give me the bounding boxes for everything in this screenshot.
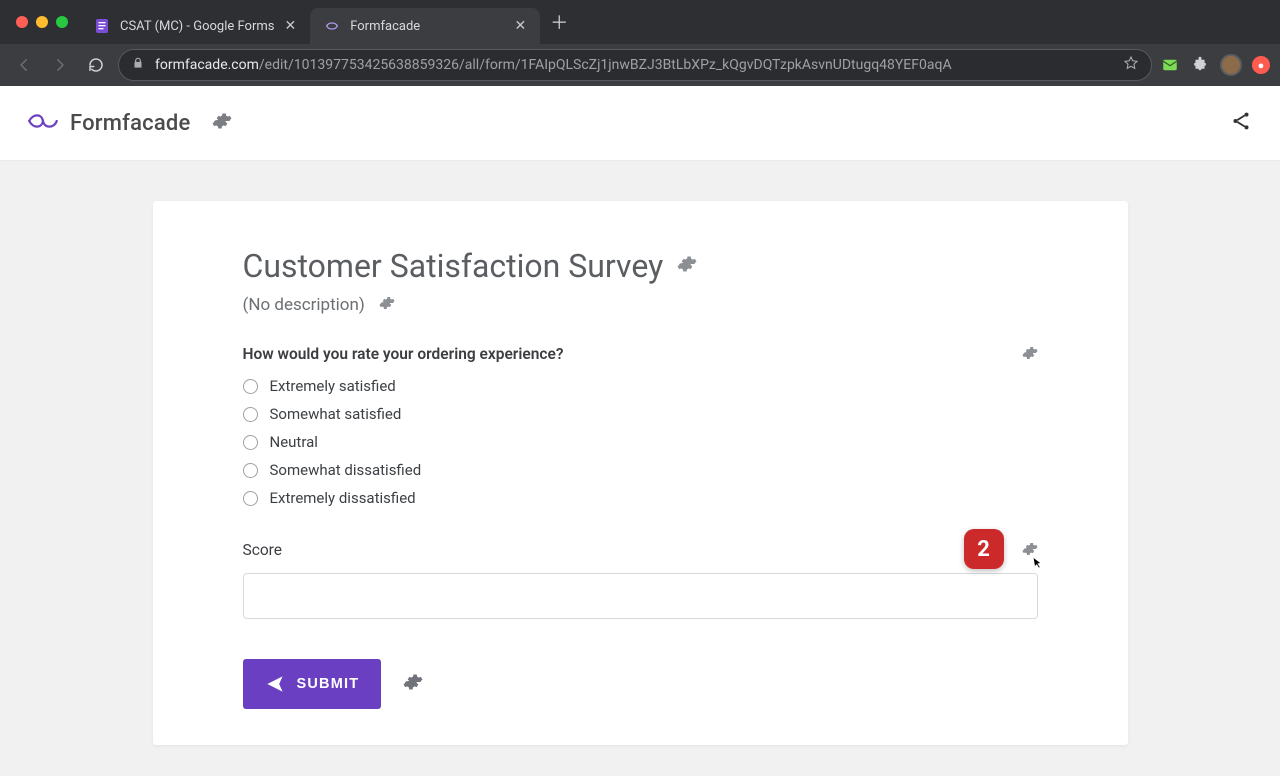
form-description: (No description) xyxy=(243,295,365,315)
option-extremely-satisfied[interactable]: Extremely satisfied xyxy=(243,377,1038,395)
app-settings-button[interactable] xyxy=(212,111,232,135)
question-rating: How would you rate your ordering experie… xyxy=(243,345,1038,507)
app-header: Formfacade xyxy=(0,86,1280,161)
radio-icon[interactable] xyxy=(243,435,258,450)
tab-title: Formfacade xyxy=(350,19,420,34)
option-label: Somewhat dissatisfied xyxy=(270,461,422,479)
browser-tabstrip: CSAT (MC) - Google Forms ✕ Formfacade ✕ … xyxy=(0,0,1280,44)
form-card: Customer Satisfaction Survey (No descrip… xyxy=(153,201,1128,745)
option-label: Somewhat satisfied xyxy=(270,405,402,423)
close-tab-icon[interactable]: ✕ xyxy=(284,18,296,34)
address-bar[interactable]: formfacade.com/edit/10139775342563885932… xyxy=(118,49,1152,81)
tab-google-forms[interactable]: CSAT (MC) - Google Forms ✕ xyxy=(80,8,310,44)
tab-title: CSAT (MC) - Google Forms xyxy=(120,19,274,34)
radio-icon[interactable] xyxy=(243,407,258,422)
minimize-window-icon[interactable] xyxy=(36,16,48,28)
score-settings-button[interactable] xyxy=(1022,541,1038,561)
formfacade-logo-icon xyxy=(28,109,58,137)
submit-label: SUBMIT xyxy=(297,676,360,692)
url-text: formfacade.com/edit/10139775342563885932… xyxy=(155,57,952,73)
submit-settings-button[interactable] xyxy=(403,672,423,696)
submit-button[interactable]: SUBMIT xyxy=(243,659,382,709)
bookmark-star-icon[interactable] xyxy=(1123,55,1139,75)
mail-extension-icon[interactable] xyxy=(1160,55,1180,75)
google-forms-favicon-icon xyxy=(94,18,110,34)
radio-icon[interactable] xyxy=(243,379,258,394)
close-tab-icon[interactable]: ✕ xyxy=(514,18,526,34)
back-button[interactable] xyxy=(10,51,38,79)
forward-button[interactable] xyxy=(46,51,74,79)
step-badge: 2 xyxy=(964,529,1004,569)
tab-formfacade[interactable]: Formfacade ✕ xyxy=(310,8,540,44)
new-tab-button[interactable]: ＋ xyxy=(546,9,572,35)
close-window-icon[interactable] xyxy=(16,16,28,28)
browser-toolbar: formfacade.com/edit/10139775342563885932… xyxy=(0,44,1280,86)
options-list: Extremely satisfied Somewhat satisfied N… xyxy=(243,377,1038,507)
reload-button[interactable] xyxy=(82,51,110,79)
score-input[interactable] xyxy=(243,573,1038,619)
brand: Formfacade xyxy=(28,109,190,137)
send-icon xyxy=(265,674,285,694)
option-label: Extremely dissatisfied xyxy=(270,489,416,507)
question-settings-button[interactable] xyxy=(1022,345,1038,365)
share-button[interactable] xyxy=(1230,110,1252,136)
question-label: How would you rate your ordering experie… xyxy=(243,345,564,363)
notifications-badge-icon[interactable]: ● xyxy=(1252,56,1270,74)
title-settings-button[interactable] xyxy=(677,254,697,278)
question-score: Score 2 xyxy=(243,541,1038,619)
extension-area: ● xyxy=(1160,54,1270,76)
form-actions: SUBMIT xyxy=(243,659,1038,709)
maximize-window-icon[interactable] xyxy=(56,16,68,28)
lock-icon xyxy=(131,56,145,74)
score-label: Score xyxy=(243,541,1038,559)
option-label: Extremely satisfied xyxy=(270,377,396,395)
extensions-puzzle-icon[interactable] xyxy=(1190,55,1210,75)
option-extremely-dissatisfied[interactable]: Extremely dissatisfied xyxy=(243,489,1038,507)
profile-avatar-icon[interactable] xyxy=(1220,54,1242,76)
option-neutral[interactable]: Neutral xyxy=(243,433,1038,451)
page: Customer Satisfaction Survey (No descrip… xyxy=(0,161,1280,745)
description-settings-button[interactable] xyxy=(379,295,395,315)
radio-icon[interactable] xyxy=(243,463,258,478)
url-host: formfacade.com xyxy=(155,57,259,73)
brand-name: Formfacade xyxy=(70,111,190,136)
window-controls xyxy=(16,16,68,28)
form-title: Customer Satisfaction Survey xyxy=(243,247,664,285)
url-path: /edit/101397753425638859326/all/form/1FA… xyxy=(259,57,952,73)
formfacade-favicon-icon xyxy=(324,18,340,34)
option-somewhat-dissatisfied[interactable]: Somewhat dissatisfied xyxy=(243,461,1038,479)
tabs: CSAT (MC) - Google Forms ✕ Formfacade ✕ xyxy=(80,8,540,44)
option-somewhat-satisfied[interactable]: Somewhat satisfied xyxy=(243,405,1038,423)
option-label: Neutral xyxy=(270,433,318,451)
step-badge-value: 2 xyxy=(977,537,990,562)
radio-icon[interactable] xyxy=(243,491,258,506)
